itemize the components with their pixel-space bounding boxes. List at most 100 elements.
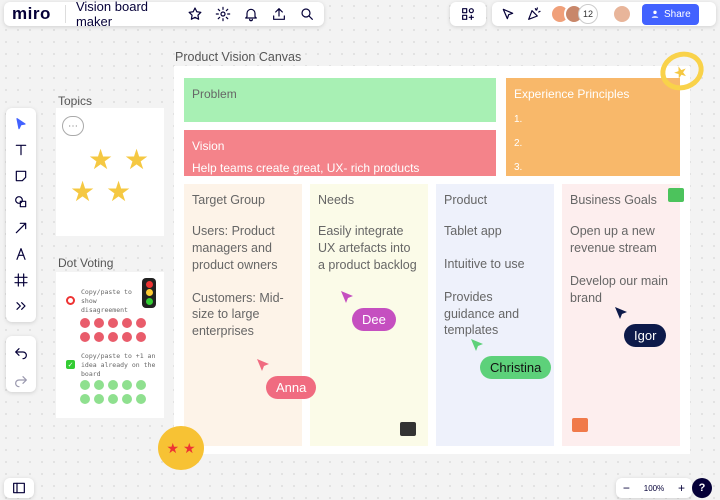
dot-voting-label: Dot Voting [58, 256, 114, 270]
apps-icon[interactable] [458, 4, 478, 24]
star-icon[interactable] [186, 4, 204, 24]
divider [65, 5, 66, 23]
zoom-in-button[interactable]: + [678, 481, 685, 495]
column-item: Users: Product managers and product owne… [192, 223, 278, 272]
experience-item: 3. [514, 162, 523, 174]
vote-dot[interactable] [136, 332, 146, 342]
cursor-label-christina: Christina [480, 356, 552, 379]
vision-title: Vision [192, 139, 225, 153]
vote-dot[interactable] [122, 394, 132, 404]
comment-icon[interactable] [572, 418, 588, 432]
vote-dot[interactable] [136, 380, 146, 390]
dot-voting-frame[interactable]: Copy/paste to show disagreement ✓ Copy/p… [56, 272, 164, 418]
comment-bubble-icon: ⋯ [62, 116, 84, 136]
comment-icon[interactable] [668, 188, 684, 202]
undo-icon[interactable] [11, 342, 31, 362]
arrow-icon[interactable] [9, 218, 33, 238]
column-item: Develop our main brand [570, 273, 668, 305]
collaborator-count[interactable]: 12 [578, 4, 598, 24]
sidebar-toggle[interactable] [4, 478, 34, 498]
comment-icon[interactable] [400, 422, 416, 436]
vote-dot[interactable] [80, 380, 90, 390]
agree-check-icon: ✓ [66, 360, 75, 369]
vote-dot[interactable] [108, 380, 118, 390]
left-toolbar [6, 108, 36, 322]
history-toolbar [6, 336, 36, 392]
column-item: Intuitive to use [444, 256, 525, 271]
star-icon[interactable]: ★ [106, 178, 131, 206]
column-title: Product [444, 193, 488, 207]
agree-instructions: Copy/paste to +1 an idea already on the … [81, 352, 156, 378]
cursor-tool-icon[interactable] [498, 4, 518, 24]
vote-dot[interactable] [122, 318, 132, 328]
column-title: Needs [318, 193, 355, 207]
problem-note[interactable]: Problem [184, 78, 496, 122]
topics-frame[interactable]: ⋯ ★ ★ ★ ★ [56, 108, 164, 236]
experience-item: 1. [514, 114, 523, 126]
vote-dot[interactable] [108, 394, 118, 404]
collaborators[interactable]: 12 [550, 4, 598, 24]
vote-dot[interactable] [80, 332, 90, 342]
target-group-column[interactable]: Target Group Users: Product managers and… [184, 184, 302, 446]
vote-dot[interactable] [80, 318, 90, 328]
disagree-instructions: Copy/paste to show disagreement [81, 288, 132, 314]
product-column[interactable]: Product Tablet app Intuitive to use Prov… [436, 184, 554, 446]
column-item: Customers: Mid-size to large enterprises [192, 290, 284, 339]
board-name[interactable]: Vision board maker [76, 0, 176, 29]
column-title: Business Goals [570, 193, 657, 207]
shapes-icon[interactable] [9, 192, 33, 212]
vote-dot[interactable] [136, 394, 146, 404]
more-tools-icon[interactable] [9, 296, 33, 316]
topbar-right: 12 Share [492, 2, 716, 26]
bell-icon[interactable] [242, 4, 260, 24]
celebrate-icon[interactable] [524, 4, 544, 24]
star-struck-emoji-icon[interactable]: ★ ★ [158, 426, 204, 470]
share-button[interactable]: Share [642, 3, 699, 25]
user-avatar[interactable] [612, 4, 632, 24]
topics-label: Topics [58, 94, 93, 108]
cursor-pointer-icon [615, 307, 627, 319]
vote-dot[interactable] [122, 380, 132, 390]
experience-list: 1. 2. 3. [514, 108, 672, 180]
column-title: Target Group [192, 193, 265, 207]
agree-dots[interactable] [80, 380, 146, 404]
column-item: Provides guidance and templates [444, 289, 520, 338]
frame-icon[interactable] [9, 270, 33, 290]
experience-principles-note[interactable]: Experience Principles 1. 2. 3. [506, 78, 680, 176]
vote-dot[interactable] [108, 318, 118, 328]
product-vision-canvas[interactable]: Problem Vision Help teams create great, … [174, 66, 690, 454]
miro-logo[interactable]: miro [12, 4, 55, 24]
star-icon[interactable]: ★ [70, 178, 95, 206]
star-icon[interactable]: ★ [124, 146, 149, 174]
experience-title: Experience Principles [514, 87, 630, 101]
vote-dot[interactable] [136, 318, 146, 328]
gear-icon[interactable] [214, 4, 232, 24]
vote-dot[interactable] [94, 318, 104, 328]
text-icon[interactable] [9, 140, 33, 160]
cursor-pointer-icon [257, 359, 269, 371]
zoom-out-button[interactable]: − [623, 481, 630, 495]
upload-icon[interactable] [270, 4, 288, 24]
star-icon[interactable]: ★ [88, 146, 113, 174]
sticky-note-icon[interactable] [9, 166, 33, 186]
pen-icon[interactable] [9, 244, 33, 264]
vote-dot[interactable] [108, 332, 118, 342]
search-icon[interactable] [298, 4, 316, 24]
vote-dot[interactable] [94, 394, 104, 404]
vote-dot[interactable] [80, 394, 90, 404]
redo-icon[interactable] [11, 370, 31, 390]
help-button[interactable]: ? [692, 478, 712, 498]
vote-dot[interactable] [94, 332, 104, 342]
column-item: Open up a new revenue stream [570, 223, 657, 255]
vote-dot[interactable] [122, 332, 132, 342]
vision-note[interactable]: Vision Help teams create great, UX- rich… [184, 130, 496, 176]
select-icon[interactable] [9, 114, 33, 134]
problem-title: Problem [192, 87, 237, 101]
cursor-label-anna: Anna [266, 376, 317, 399]
experience-item: 2. [514, 138, 523, 150]
zoom-level[interactable]: 100% [644, 484, 664, 493]
disagree-dots[interactable] [80, 318, 146, 342]
vote-dot[interactable] [94, 380, 104, 390]
vision-text: Help teams create great, UX- rich produc… [192, 161, 420, 176]
panel-icon [9, 478, 29, 498]
